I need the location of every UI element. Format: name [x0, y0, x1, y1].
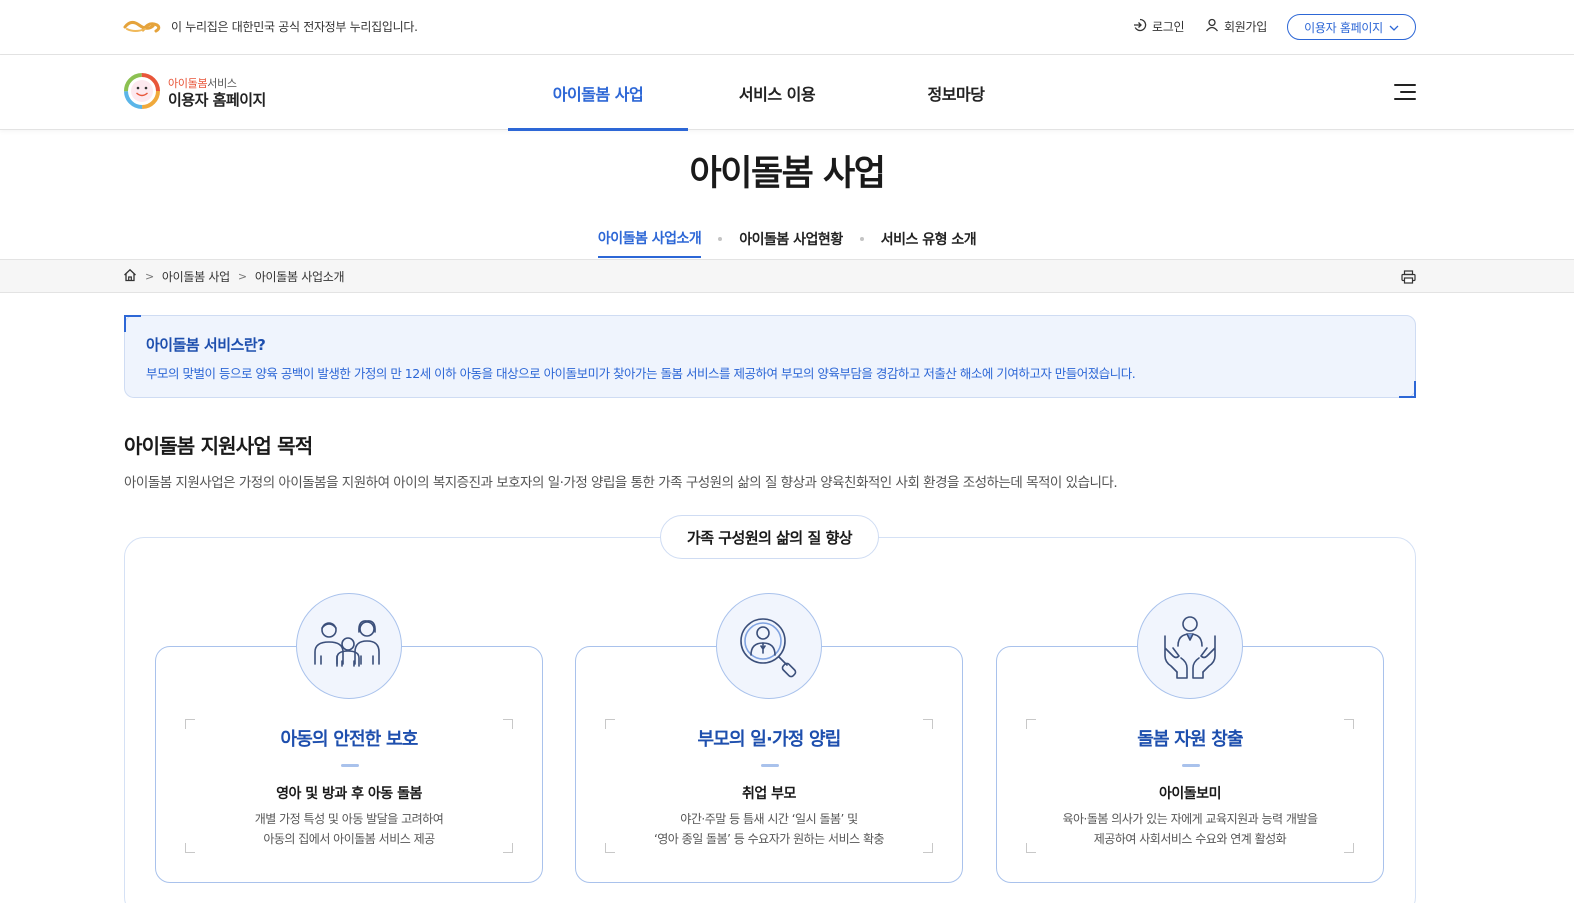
- brand-subtitle: 아이돌봄서비스: [168, 77, 237, 91]
- card-subtitle: 아이돌보미: [1159, 786, 1221, 802]
- gnb-item-info[interactable]: 정보마당: [910, 55, 1002, 130]
- join-label: 회원가입: [1224, 20, 1267, 34]
- family-icon: [296, 593, 402, 699]
- card-desc-line: 제공하여 사회서비스 수요와 연계 활성화: [1093, 832, 1287, 846]
- person-search-icon: [716, 593, 822, 699]
- login-icon: [1133, 18, 1147, 35]
- tab-business-status[interactable]: 아이돌봄 사업현황: [739, 229, 843, 257]
- brand-text: 아이돌봄서비스 이용자 홈페이지: [168, 77, 266, 108]
- user-home-label: 이용자 홈페이지: [1304, 20, 1383, 35]
- gov-banner: 이 누리집은 대한민국 공식 전자정부 누리집입니다. 로그인 회원가입 이용자…: [0, 0, 1574, 55]
- purpose-description: 아이돌봄 지원사업은 가정의 아이돌봄을 지원하여 아이의 복지증진과 보호자의…: [124, 475, 1118, 491]
- gnb-item-service-use[interactable]: 서비스 이용: [718, 55, 836, 130]
- service-intro-box: 아이돌봄 서비스란? 부모의 맞벌이 등으로 양육 공백이 발생한 가정의 만 …: [124, 315, 1416, 398]
- user-home-select[interactable]: 이용자 홈페이지: [1287, 14, 1416, 40]
- chevron-right-icon: >: [145, 270, 154, 283]
- corner-decoration: [124, 315, 141, 332]
- card-subtitle: 취업 부모: [742, 786, 796, 802]
- gnb-item-childcare-business[interactable]: 아이돌봄 사업: [508, 55, 688, 131]
- intro-title: 아이돌봄 서비스란?: [146, 336, 266, 354]
- print-icon[interactable]: [1401, 269, 1416, 288]
- tab-business-intro[interactable]: 아이돌봄 사업소개: [597, 228, 702, 258]
- breadcrumb: > 아이돌봄 사업 > 아이돌봄 사업소개: [123, 268, 345, 285]
- card-divider: [341, 764, 359, 767]
- hamburger-menu-icon[interactable]: [1393, 82, 1417, 102]
- breadcrumb-bar: > 아이돌봄 사업 > 아이돌봄 사업소개: [0, 259, 1574, 293]
- card-desc-line: ‘영아 종일 돌봄’ 등 수요자가 원하는 서비스 확충: [653, 832, 885, 846]
- corner-decoration: [1399, 381, 1416, 398]
- card-subtitle: 영아 및 방과 후 아동 돌봄: [276, 786, 422, 802]
- login-label: 로그인: [1152, 20, 1185, 34]
- purpose-title: 아이돌봄 지원사업 목적: [124, 434, 313, 458]
- sub-tabs: 아이돌봄 사업소개 아이돌봄 사업현황 서비스 유형 소개: [0, 228, 1574, 258]
- join-link[interactable]: 회원가입: [1205, 18, 1267, 35]
- care-hands-icon: [1137, 593, 1243, 699]
- goal-pill: 가족 구성원의 삶의 질 향상: [660, 515, 879, 559]
- brand-title: 이용자 홈페이지: [168, 90, 266, 109]
- intro-description: 부모의 맞벌이 등으로 양육 공백이 발생한 가정의 만 12세 이하 아동을 …: [146, 366, 1136, 381]
- chevron-down-icon: [1389, 20, 1399, 34]
- card-desc-line: 개별 가정 특성 및 아동 발달을 고려하여: [254, 812, 444, 826]
- login-link[interactable]: 로그인: [1133, 18, 1185, 35]
- card-title: 부모의 일·가정 양립: [697, 729, 841, 750]
- gov-banner-text: 이 누리집은 대한민국 공식 전자정부 누리집입니다.: [171, 20, 418, 34]
- breadcrumb-item[interactable]: 아이돌봄 사업: [162, 268, 230, 285]
- egov-logo-icon: [123, 17, 163, 39]
- card-title: 아동의 안전한 보호: [280, 729, 418, 750]
- card-desc-line: 아동의 집에서 아이돌봄 서비스 제공: [263, 832, 435, 846]
- page-title: 아이돌봄 사업: [689, 154, 886, 194]
- global-nav: 아이돌봄서비스 이용자 홈페이지 아이돌봄 사업 서비스 이용 정보마당: [0, 55, 1574, 131]
- card-desc-line: 육아·돌봄 의사가 있는 자에게 교육지원과 능력 개발을: [1062, 812, 1318, 826]
- card-description: 개별 가정 특성 및 아동 발달을 고려하여 아동의 집에서 아이돌봄 서비스 …: [156, 809, 542, 849]
- tab-separator: [718, 237, 723, 241]
- home-icon[interactable]: [123, 268, 137, 285]
- brand-logo-link[interactable]: 아이돌봄서비스 이용자 홈페이지: [123, 72, 266, 114]
- card-title: 돌봄 자원 창출: [1137, 729, 1243, 750]
- breadcrumb-item-current[interactable]: 아이돌봄 사업소개: [255, 268, 345, 285]
- card-divider: [761, 764, 779, 767]
- smile-logo-icon: [123, 72, 161, 114]
- card-description: 야간·주말 등 틈새 시간 ‘일시 돌봄’ 및 ‘영아 종일 돌봄’ 등 수요자…: [576, 809, 962, 849]
- card-desc-line: 야간·주말 등 틈새 시간 ‘일시 돌봄’ 및: [680, 812, 858, 826]
- card-divider: [1182, 764, 1200, 767]
- tab-service-types[interactable]: 서비스 유형 소개: [881, 229, 977, 257]
- user-icon: [1205, 18, 1219, 35]
- tab-separator: [859, 237, 864, 241]
- chevron-right-icon: >: [237, 270, 247, 283]
- card-description: 육아·돌봄 의사가 있는 자에게 교육지원과 능력 개발을 제공하여 사회서비스…: [997, 809, 1383, 849]
